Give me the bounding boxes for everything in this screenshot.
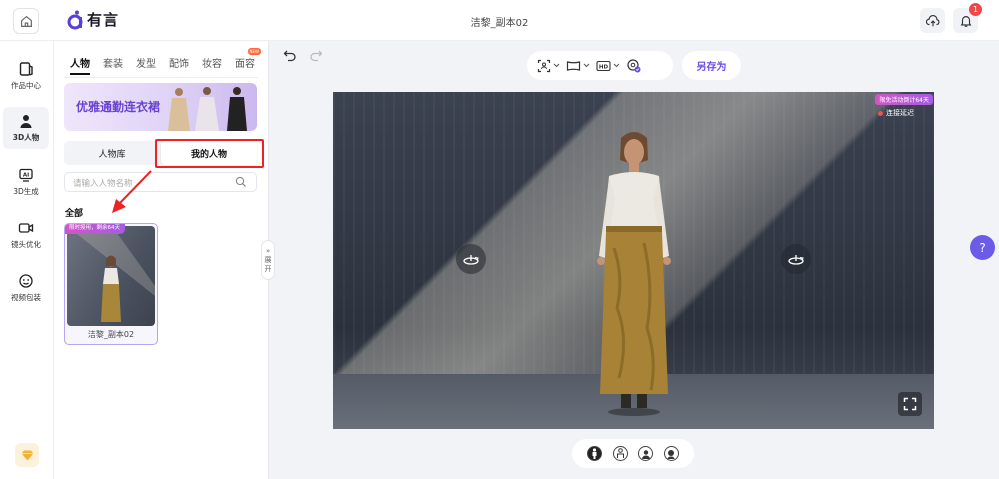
nav-label-works: 作品中心: [11, 81, 41, 90]
document-title[interactable]: 洁黎_副本02: [0, 14, 999, 29]
help-button[interactable]: ?: [970, 235, 995, 260]
search-icon[interactable]: [235, 176, 247, 188]
left-navigation: 作品中心 3D人物 AI 3D生成 镜头优化 视频包装: [0, 41, 54, 479]
camera-view-bar: [572, 439, 694, 468]
nav-item-camera-optimize[interactable]: 镜头优化: [3, 214, 49, 256]
double-chevron-icon: »: [265, 246, 271, 255]
fullscreen-button[interactable]: [898, 392, 922, 416]
tab-hairstyle[interactable]: 发型: [136, 55, 156, 70]
promo-banner[interactable]: 优雅通勤连衣裙: [64, 83, 257, 131]
svg-text:HD: HD: [599, 64, 609, 70]
3d-viewport[interactable]: 限免活动倒计64天 连接延迟: [333, 92, 934, 429]
character-model-image[interactable]: [569, 128, 699, 418]
nav-item-works[interactable]: 作品中心: [3, 55, 49, 97]
svg-text:AI: AI: [23, 173, 29, 179]
diamond-icon: [21, 450, 33, 460]
save-as-button[interactable]: 另存为: [682, 51, 741, 80]
cloud-upload-button[interactable]: [920, 8, 945, 33]
rotate-right-button[interactable]: [781, 244, 811, 274]
person-card[interactable]: 限时授用，剩余64天 洁黎_副本02: [64, 223, 158, 345]
ai-generate-icon: AI: [19, 168, 33, 182]
segment-person-library[interactable]: 人物库: [64, 141, 160, 165]
fullscreen-icon: [903, 397, 917, 411]
aspect-ratio-dropdown[interactable]: [566, 59, 590, 73]
hd-icon: HD: [596, 60, 611, 71]
nav-item-3d-person[interactable]: 3D人物: [3, 107, 49, 149]
chevron-down-icon: [583, 63, 590, 68]
person-card-label: 洁黎_副本02: [87, 330, 135, 339]
focus-frame-icon: [537, 59, 551, 72]
upper-body-icon: [641, 449, 650, 459]
expand-panel-handle[interactable]: » 展 开: [261, 240, 275, 280]
panel-tabs: 人物 套装 发型 配饰 妆容 面容 NEW: [70, 48, 261, 75]
cloud-upload-icon: [925, 14, 939, 26]
chevron-down-icon: [553, 63, 560, 68]
nav-label-3d-person: 3D人物: [12, 133, 40, 142]
settings-badge-icon: [627, 58, 641, 72]
expand-label-2: 开: [264, 264, 272, 273]
nav-item-3d-generate[interactable]: AI 3D生成: [3, 161, 49, 203]
asset-panel: 人物 套装 发型 配饰 妆容 面容 NEW 优雅通勤连衣裙 人物库 我的人物 请输…: [54, 41, 269, 479]
view-upper-body-icon[interactable]: [638, 446, 654, 461]
person-figure-image: [67, 226, 155, 322]
rotate-icon: [463, 255, 479, 265]
tab-face-label: 面容: [235, 59, 255, 70]
half-body-icon: [616, 448, 624, 458]
banner-models-image: [168, 87, 247, 131]
closeup-icon: [667, 449, 675, 459]
tab-outfit[interactable]: 套装: [103, 55, 123, 70]
notification-count-badge: 1: [969, 3, 982, 16]
vip-button[interactable]: [15, 443, 39, 467]
nav-label-video-package: 视频包装: [11, 293, 41, 302]
focus-mode-dropdown[interactable]: [537, 59, 560, 73]
tab-makeup[interactable]: 妆容: [202, 55, 222, 70]
full-body-icon: [592, 448, 597, 459]
tab-person[interactable]: 人物: [70, 55, 90, 75]
rotate-icon: [788, 255, 804, 265]
resolution-dropdown[interactable]: HD: [596, 60, 620, 72]
works-icon: [19, 62, 33, 76]
person-thumbnail: [67, 226, 155, 326]
redo-icon[interactable]: [309, 48, 323, 62]
video-package-icon: [19, 274, 33, 288]
time-limited-badge: 限时授用，剩余64天: [65, 224, 125, 234]
viewport-toolbar: HD: [527, 51, 673, 80]
new-badge: NEW: [247, 48, 261, 55]
rotate-left-button[interactable]: [456, 244, 486, 274]
banner-text: 优雅通勤连衣裙: [76, 100, 161, 114]
person-search-input[interactable]: 请输入人物名称: [64, 172, 257, 192]
aspect-ratio-icon: [566, 60, 581, 71]
tab-accessories[interactable]: 配饰: [169, 55, 189, 70]
bell-icon: [960, 15, 971, 27]
top-bar: 有言 洁黎_副本02 1: [0, 0, 999, 41]
view-closeup-icon[interactable]: [663, 446, 679, 461]
notification-button[interactable]: 1: [953, 3, 982, 33]
latency-label: 连接延迟: [886, 109, 914, 117]
status-dot-icon: [878, 110, 883, 116]
person-3d-icon: [20, 115, 32, 128]
expand-label-1: 展: [264, 255, 272, 264]
camera-icon: [18, 223, 34, 233]
chevron-down-icon: [613, 63, 620, 68]
connection-latency-indicator: 连接延迟: [878, 108, 914, 118]
annotation-arrow-icon: [112, 170, 152, 213]
tab-face[interactable]: 面容 NEW: [235, 48, 261, 70]
undo-icon[interactable]: [283, 48, 297, 62]
free-promo-countdown-badge: 限免活动倒计64天: [875, 94, 933, 105]
nav-label-3d-generate: 3D生成: [13, 187, 39, 196]
nav-label-camera-optimize: 镜头优化: [11, 240, 41, 249]
tab-divider: [64, 77, 258, 78]
view-full-body-icon[interactable]: [587, 446, 603, 461]
settings-toggle[interactable]: [626, 58, 642, 74]
view-half-body-icon[interactable]: [612, 446, 628, 461]
annotation-highlight-box: [155, 139, 264, 168]
section-title-all: 全部: [65, 209, 84, 219]
nav-item-video-package[interactable]: 视频包装: [3, 267, 49, 309]
